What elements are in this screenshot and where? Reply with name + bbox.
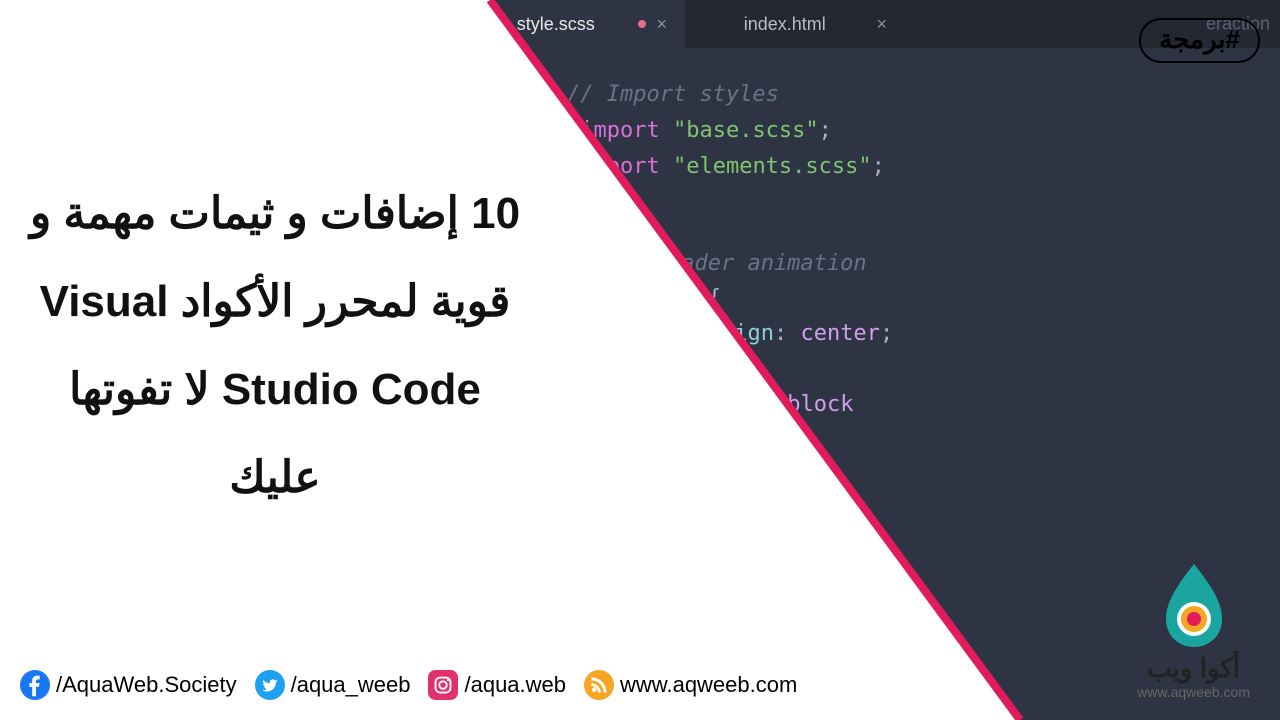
code-text: @import "base.scss";: [567, 114, 832, 148]
brand-logo-icon: [1154, 559, 1234, 649]
tab-index-html[interactable]: index.html ×: [685, 0, 905, 48]
code-line[interactable]: ay: inline-block: [615, 387, 1280, 422]
code-text: // Import styles: [567, 78, 779, 112]
tab-label: index.html: [703, 14, 866, 35]
code-line[interactable]: 1 // Import styles: [465, 78, 1280, 114]
code-line[interactable]: span {: [615, 352, 1280, 387]
gutter-bar: [535, 78, 537, 114]
gutter-bar: [535, 150, 537, 186]
social-instagram[interactable]: /aqua.web: [428, 670, 566, 700]
code-text: @import "elements.scss";: [567, 150, 885, 184]
facebook-icon: [20, 670, 50, 700]
code-line[interactable]: // Loader animation: [615, 246, 1280, 281]
tab-label: style.scss: [483, 14, 628, 35]
close-icon[interactable]: ×: [876, 14, 887, 35]
article-title: 10 إضافات و ثيمات مهمة و قوية لمحرر الأك…: [25, 170, 525, 522]
code-line[interactable]: 3@import "elements.scss";: [465, 150, 1280, 186]
code-line[interactable]: text-align: center;: [615, 316, 1280, 351]
tab-style-scss[interactable]: style.scss ×: [465, 0, 685, 48]
social-rss[interactable]: www.aqweeb.com: [584, 670, 797, 700]
brand-block[interactable]: أكوا ويب www.aqweeb.com: [1137, 559, 1250, 700]
social-handle: /AquaWeb.Society: [56, 672, 237, 698]
line-number: 2: [465, 115, 535, 146]
modified-dot-icon: [638, 20, 646, 28]
code-lower-block: // Loader animationloader { text-align: …: [465, 246, 1280, 492]
code-line[interactable]: 0px;: [615, 457, 1280, 492]
brand-name: أكوا ويب: [1137, 653, 1250, 684]
social-twitter[interactable]: /aqua_weeb: [255, 670, 411, 700]
instagram-icon: [428, 670, 458, 700]
brand-url: www.aqweeb.com: [1137, 684, 1250, 700]
close-icon[interactable]: ×: [656, 14, 667, 35]
category-badge[interactable]: #برمجة: [1139, 18, 1260, 63]
social-handle: /aqua_weeb: [291, 672, 411, 698]
social-handle: /aqua.web: [464, 672, 566, 698]
code-line[interactable]: 2 @import "base.scss";: [465, 114, 1280, 150]
gutter-bar: [535, 114, 537, 150]
social-facebook[interactable]: /AquaWeb.Society: [20, 670, 237, 700]
twitter-icon: [255, 670, 285, 700]
line-number: 1: [465, 79, 535, 110]
social-bar: /AquaWeb.Society /aqua_weeb /aqua.web ww…: [20, 670, 797, 700]
rss-icon: [584, 670, 614, 700]
social-handle: www.aqweeb.com: [620, 672, 797, 698]
code-line[interactable]: loader {: [615, 281, 1280, 316]
code-area[interactable]: 1 // Import styles 2 @import "base.scss";3@…: [465, 48, 1280, 492]
code-line[interactable]: l-align: m: [615, 422, 1280, 457]
